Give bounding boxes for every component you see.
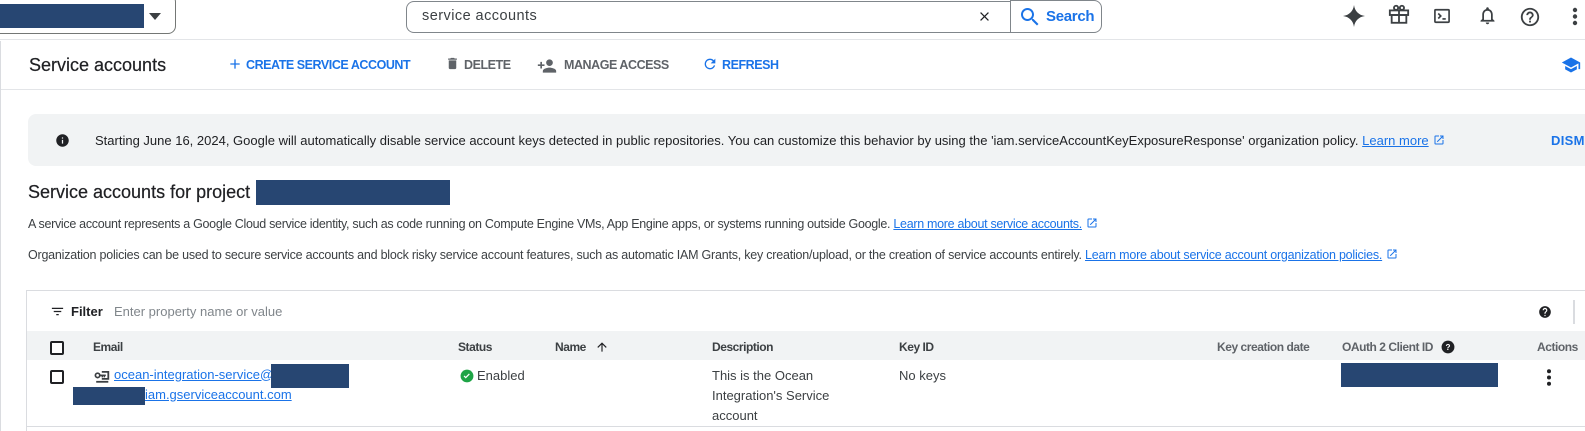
svg-text:?: ? — [1446, 343, 1451, 352]
